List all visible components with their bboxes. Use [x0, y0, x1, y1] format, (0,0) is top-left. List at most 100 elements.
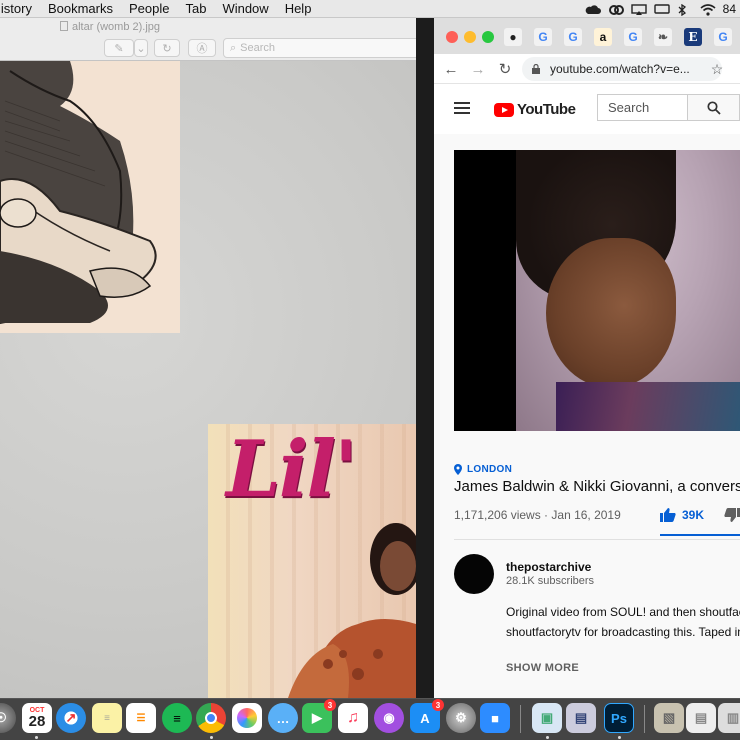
gear-icon: ⚙ [455, 710, 467, 725]
tab-amazon[interactable]: a [594, 28, 612, 46]
tab-globe[interactable]: ● [504, 28, 522, 46]
compass-icon: ↗ [65, 710, 77, 725]
video-player[interactable] [454, 150, 740, 431]
rotate-button[interactable]: ↻ [154, 39, 180, 57]
tab-google-2[interactable]: G [564, 28, 582, 46]
dislike-button[interactable] [724, 508, 740, 528]
speech-bubble-icon: … [276, 710, 290, 726]
dock-podcasts[interactable]: ◉ [374, 703, 404, 733]
dock-separator-2 [644, 705, 645, 733]
dock-photos[interactable] [232, 703, 262, 733]
tab-feather[interactable]: ❧ [654, 28, 672, 46]
markup-pen-button[interactable]: ✎ [104, 39, 134, 57]
menu-people[interactable]: People [129, 1, 169, 16]
like-ratio-bar [660, 534, 740, 536]
preview-search-field[interactable]: ⌕ Search [223, 38, 416, 58]
youtube-search-button[interactable] [687, 94, 740, 121]
tab-google-1[interactable]: G [534, 28, 552, 46]
calendar-day: 28 [28, 713, 46, 730]
minimize-window-button[interactable] [464, 31, 476, 43]
location-text: LONDON [467, 464, 513, 475]
display-icon[interactable] [653, 3, 670, 15]
video-views-date: 1,171,206 views · Jan 16, 2019 [454, 508, 621, 522]
dock-calendar[interactable]: OCT 28 [22, 703, 52, 733]
dock-downloads[interactable]: ▥ [718, 703, 740, 733]
tab-google-4[interactable]: G [714, 28, 732, 46]
creative-cloud-icon[interactable] [608, 4, 624, 15]
location-tag[interactable]: LONDON [454, 464, 512, 475]
reload-button[interactable]: ↻ [496, 60, 514, 78]
dock-image-capture[interactable]: ▤ [566, 703, 596, 733]
folder-icon: ▥ [726, 710, 740, 725]
youtube-search-input[interactable]: Search [597, 94, 687, 121]
like-button[interactable]: 39K [660, 507, 704, 522]
running-indicator [618, 736, 621, 739]
video-frame [516, 150, 740, 431]
channel-avatar[interactable] [454, 554, 494, 594]
dock-recent-document-1[interactable]: ▧ [654, 703, 684, 733]
airplay-icon[interactable] [630, 3, 647, 15]
menu-bookmarks[interactable]: Bookmarks [48, 1, 113, 16]
music-note-icon: ♫ [347, 709, 359, 726]
markup-menu-button[interactable]: ⌄ [134, 39, 148, 57]
dock-zoom[interactable]: ■ [480, 703, 510, 733]
dock-facetime[interactable]: ▶ 3 [302, 699, 336, 733]
hamburger-menu-button[interactable] [454, 101, 472, 115]
tab-strip: ● G G a G ❧ E G [434, 18, 740, 54]
tab-e[interactable]: E [684, 28, 702, 46]
youtube-play-icon [494, 102, 514, 117]
dock-spotify[interactable]: ≡ [162, 703, 192, 733]
launchpad-icon: ☉ [0, 710, 7, 725]
dock-app-store[interactable]: A 3 [410, 699, 444, 733]
search-icon [706, 100, 721, 115]
channel-name[interactable]: thepostarchive [506, 560, 591, 574]
dock-safari[interactable]: ↗ [56, 703, 86, 733]
rotate-icon: ↻ [162, 42, 172, 55]
window-title: altar (womb 2).jpg [60, 21, 160, 33]
video-camera-icon: ▶ [312, 710, 322, 725]
menu-help[interactable]: Help [285, 1, 312, 16]
dock-music[interactable]: ♫ [338, 703, 368, 733]
forward-button[interactable]: → [469, 60, 487, 78]
app-store-badge: 3 [432, 699, 444, 711]
close-window-button[interactable] [446, 31, 458, 43]
dock-preview[interactable]: ▣ [532, 703, 562, 733]
dock-rocket-launchpad[interactable]: ☉ [0, 703, 16, 733]
podcast-icon: ◉ [383, 710, 395, 725]
arrow-right-icon: → [470, 60, 486, 78]
star-icon: ☆ [710, 60, 724, 77]
menu-bar: listory Bookmarks People Tab Window Help… [0, 0, 740, 18]
dock-messages-bubble[interactable]: … [268, 703, 298, 733]
dock-photoshop[interactable]: Ps [604, 703, 634, 733]
zoom-camera-icon: ■ [491, 710, 499, 726]
running-indicator [210, 736, 213, 739]
menu-tab[interactable]: Tab [185, 1, 206, 16]
chevron-down-icon: ⌄ [136, 42, 146, 55]
battery-percent: 84 [722, 2, 736, 16]
divider [454, 539, 740, 540]
wifi-icon[interactable] [700, 3, 716, 16]
url-field[interactable]: youtube.com/watch?v=e... [522, 57, 722, 81]
markup-toolbar-button[interactable]: Ⓐ [188, 39, 216, 57]
menu-window[interactable]: Window [222, 1, 268, 16]
back-button[interactable]: ← [442, 60, 460, 78]
dock-system-preferences[interactable]: ⚙ [446, 703, 476, 733]
address-bar: ← → ↻ youtube.com/watch?v=e... ☆ [434, 54, 740, 84]
dock-notes[interactable]: ≡ [92, 703, 122, 733]
dock-chrome[interactable] [196, 703, 226, 733]
bookmark-star-button[interactable]: ☆ [708, 60, 726, 78]
dock-recent-document-2[interactable]: ▤ [686, 703, 716, 733]
youtube-logo[interactable]: YouTube [494, 101, 576, 118]
show-more-button[interactable]: SHOW MORE [506, 662, 579, 674]
like-count: 39K [682, 507, 705, 522]
notes-icon: ≡ [104, 712, 110, 724]
facetime-badge: 3 [324, 699, 336, 711]
tab-google-3[interactable]: G [624, 28, 642, 46]
dock-reminders[interactable]: ☰ [126, 703, 156, 733]
zoom-window-button[interactable] [482, 31, 494, 43]
menu-history[interactable]: listory [0, 1, 32, 16]
cloud-icon[interactable] [585, 4, 601, 15]
bluetooth-icon[interactable] [677, 3, 691, 16]
url-text: youtube.com/watch?v=e... [550, 62, 690, 76]
window-divider[interactable] [416, 18, 434, 698]
